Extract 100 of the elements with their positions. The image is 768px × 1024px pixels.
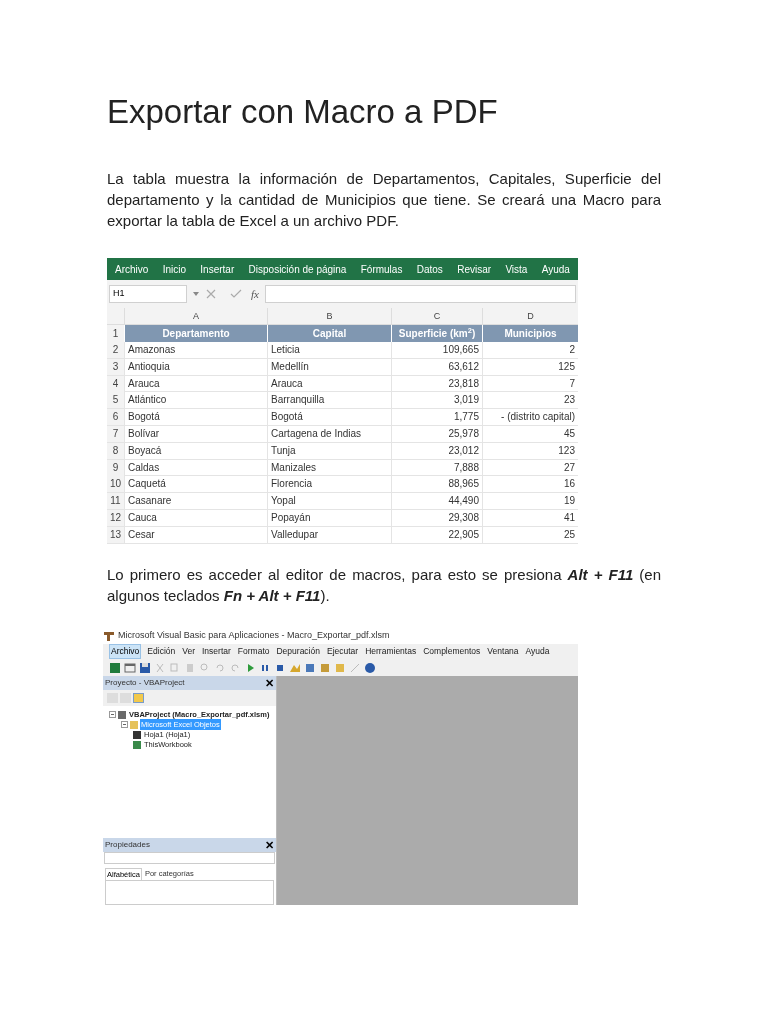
table-cell: 7 bbox=[482, 375, 578, 392]
table-cell: 41 bbox=[482, 509, 578, 526]
function-label: fx bbox=[251, 286, 259, 302]
table-cell: 1,775 bbox=[391, 409, 482, 426]
dropdown-icon[interactable] bbox=[193, 292, 199, 296]
table-cell: 3,019 bbox=[391, 392, 482, 409]
table-cell: Cauca bbox=[124, 509, 267, 526]
table-cell: 23 bbox=[482, 392, 578, 409]
instruction-paragraph: Lo primero es acceder al editor de macros, para esto se presiona Alt + F11 (en algunos teclados Fn + Alt + F11). bbox=[107, 564, 661, 606]
menu-item[interactable]: Ayuda bbox=[524, 645, 551, 658]
table-cell: Caldas bbox=[124, 459, 267, 476]
row-number[interactable]: 2 bbox=[107, 342, 124, 358]
menu-item[interactable]: Complementos bbox=[422, 645, 482, 658]
header-cell: Superficie (km$^{2}$) bbox=[391, 325, 482, 342]
table-cell: Florencia bbox=[267, 476, 391, 493]
menu-item[interactable]: Formato bbox=[236, 645, 271, 658]
table-cell: 29,308 bbox=[391, 509, 482, 526]
header-cell: Departamento bbox=[124, 325, 267, 342]
table-cell: Tunja bbox=[267, 442, 391, 459]
menu-item[interactable]: Insertar bbox=[201, 645, 232, 658]
collapse-icon[interactable] bbox=[121, 721, 128, 729]
table-cell: Amazonas bbox=[124, 342, 267, 358]
table-cell: Cartagena de Indias bbox=[267, 426, 391, 442]
app-icon bbox=[103, 629, 115, 642]
menu-item[interactable]: Archivo bbox=[109, 644, 142, 659]
table-cell: 88,965 bbox=[391, 476, 482, 493]
table-cell: 19 bbox=[482, 493, 578, 510]
intro-paragraph: La tabla muestra la información de Departamentos, Capitales, Superficie del departamento y la cantidad de Municipios que tiene. Se creará una Macro para exportar la tabla de Excel a un archivo PDF. bbox=[107, 169, 661, 231]
table-cell: Medellín bbox=[267, 358, 391, 375]
table-cell: Yopal bbox=[267, 493, 391, 510]
menu-item[interactable]: Ventana bbox=[486, 645, 520, 658]
table-cell: Boyacá bbox=[124, 442, 267, 459]
close-button[interactable]: ✕ bbox=[265, 838, 274, 851]
name-box[interactable]: H1 bbox=[109, 285, 187, 303]
ribbon-tab[interactable]: Revisar bbox=[457, 261, 492, 277]
table-cell: 27 bbox=[482, 459, 578, 476]
table-cell: Valledupar bbox=[267, 526, 391, 543]
table-cell: 23,818 bbox=[391, 375, 482, 392]
table-cell: Arauca bbox=[124, 375, 267, 392]
copy-icon[interactable] bbox=[169, 661, 181, 674]
save-icon[interactable] bbox=[139, 661, 151, 674]
table-cell: 25,978 bbox=[391, 426, 482, 442]
window-icon[interactable] bbox=[124, 661, 136, 674]
header-cell: Capital bbox=[267, 325, 391, 342]
row-number[interactable]: 5 bbox=[107, 392, 124, 409]
page-title: Exportar con Macro a PDF bbox=[107, 92, 499, 132]
table-cell: Bogotá bbox=[124, 409, 267, 426]
table-cell: 125 bbox=[482, 358, 578, 375]
table-cell: - (distrito capital) bbox=[482, 409, 578, 426]
collapse-icon[interactable] bbox=[109, 711, 116, 719]
table-cell: Cesar bbox=[124, 526, 267, 543]
find-icon[interactable] bbox=[199, 661, 211, 674]
panel-title: Proyecto - VBAProject bbox=[105, 676, 185, 689]
menu-item[interactable]: Edición bbox=[146, 645, 177, 658]
table-cell: Barranquilla bbox=[267, 392, 391, 409]
table-cell: Bogotá bbox=[267, 409, 391, 426]
table-cell: 25 bbox=[482, 526, 578, 543]
ribbon-tab[interactable]: Fórmulas bbox=[360, 261, 403, 277]
row-number[interactable]: 6 bbox=[107, 409, 124, 426]
ribbon-tab[interactable]: Archivo bbox=[115, 261, 149, 277]
close-button[interactable]: ✕ bbox=[265, 676, 274, 689]
table-cell: 2 bbox=[482, 342, 578, 358]
window-title: Microsoft Visual Basic para Aplicaciones - Macro_Exportar_pdf.xlsm bbox=[118, 628, 390, 642]
menu-item[interactable]: Herramientas bbox=[364, 645, 418, 658]
row-number[interactable]: 11 bbox=[107, 493, 124, 510]
table-cell: Casanare bbox=[124, 493, 267, 510]
table-cell: 45 bbox=[482, 426, 578, 442]
help-icon[interactable] bbox=[364, 661, 376, 674]
redo-icon[interactable] bbox=[229, 661, 241, 674]
table-cell: 23,012 bbox=[391, 442, 482, 459]
menu-item[interactable]: Depuración bbox=[275, 645, 321, 658]
table-cell: 7,888 bbox=[391, 459, 482, 476]
ribbon-tab[interactable]: Datos bbox=[416, 261, 443, 277]
table-cell: Antioquia bbox=[124, 358, 267, 375]
table-cell: Caquetá bbox=[124, 476, 267, 493]
paste-icon[interactable] bbox=[184, 661, 196, 674]
table-cell: Arauca bbox=[267, 375, 391, 392]
panel-title: Propiedades bbox=[105, 838, 150, 851]
table-cell: 44,490 bbox=[391, 493, 482, 510]
table-cell: Atlántico bbox=[124, 392, 267, 409]
table-cell: Leticia bbox=[267, 342, 391, 358]
table-cell: Popayán bbox=[267, 509, 391, 526]
ribbon-tab[interactable]: Inicio bbox=[162, 261, 187, 277]
table-cell: 109,665 bbox=[391, 342, 482, 358]
ribbon-tab[interactable]: Disposición de página bbox=[248, 261, 347, 277]
ribbon-tab[interactable]: Ayuda bbox=[541, 261, 570, 277]
row-number[interactable]: 10 bbox=[107, 476, 124, 493]
menu-item[interactable]: Ver bbox=[181, 645, 196, 658]
table-cell: Manizales bbox=[267, 459, 391, 476]
menu-item[interactable]: Ejecutar bbox=[325, 645, 360, 658]
table-cell: 16 bbox=[482, 476, 578, 493]
ribbon-tab[interactable]: Vista bbox=[505, 261, 528, 277]
row-number[interactable]: 1 bbox=[107, 325, 124, 342]
formula-field[interactable] bbox=[264, 285, 576, 303]
table-cell: 123 bbox=[482, 442, 578, 459]
table-cell: 22,905 bbox=[391, 526, 482, 543]
table-cell: 63,612 bbox=[391, 358, 482, 375]
ribbon-tab[interactable]: Insertar bbox=[200, 261, 235, 277]
undo-icon[interactable] bbox=[214, 661, 226, 674]
table-cell: Bolívar bbox=[124, 426, 267, 442]
